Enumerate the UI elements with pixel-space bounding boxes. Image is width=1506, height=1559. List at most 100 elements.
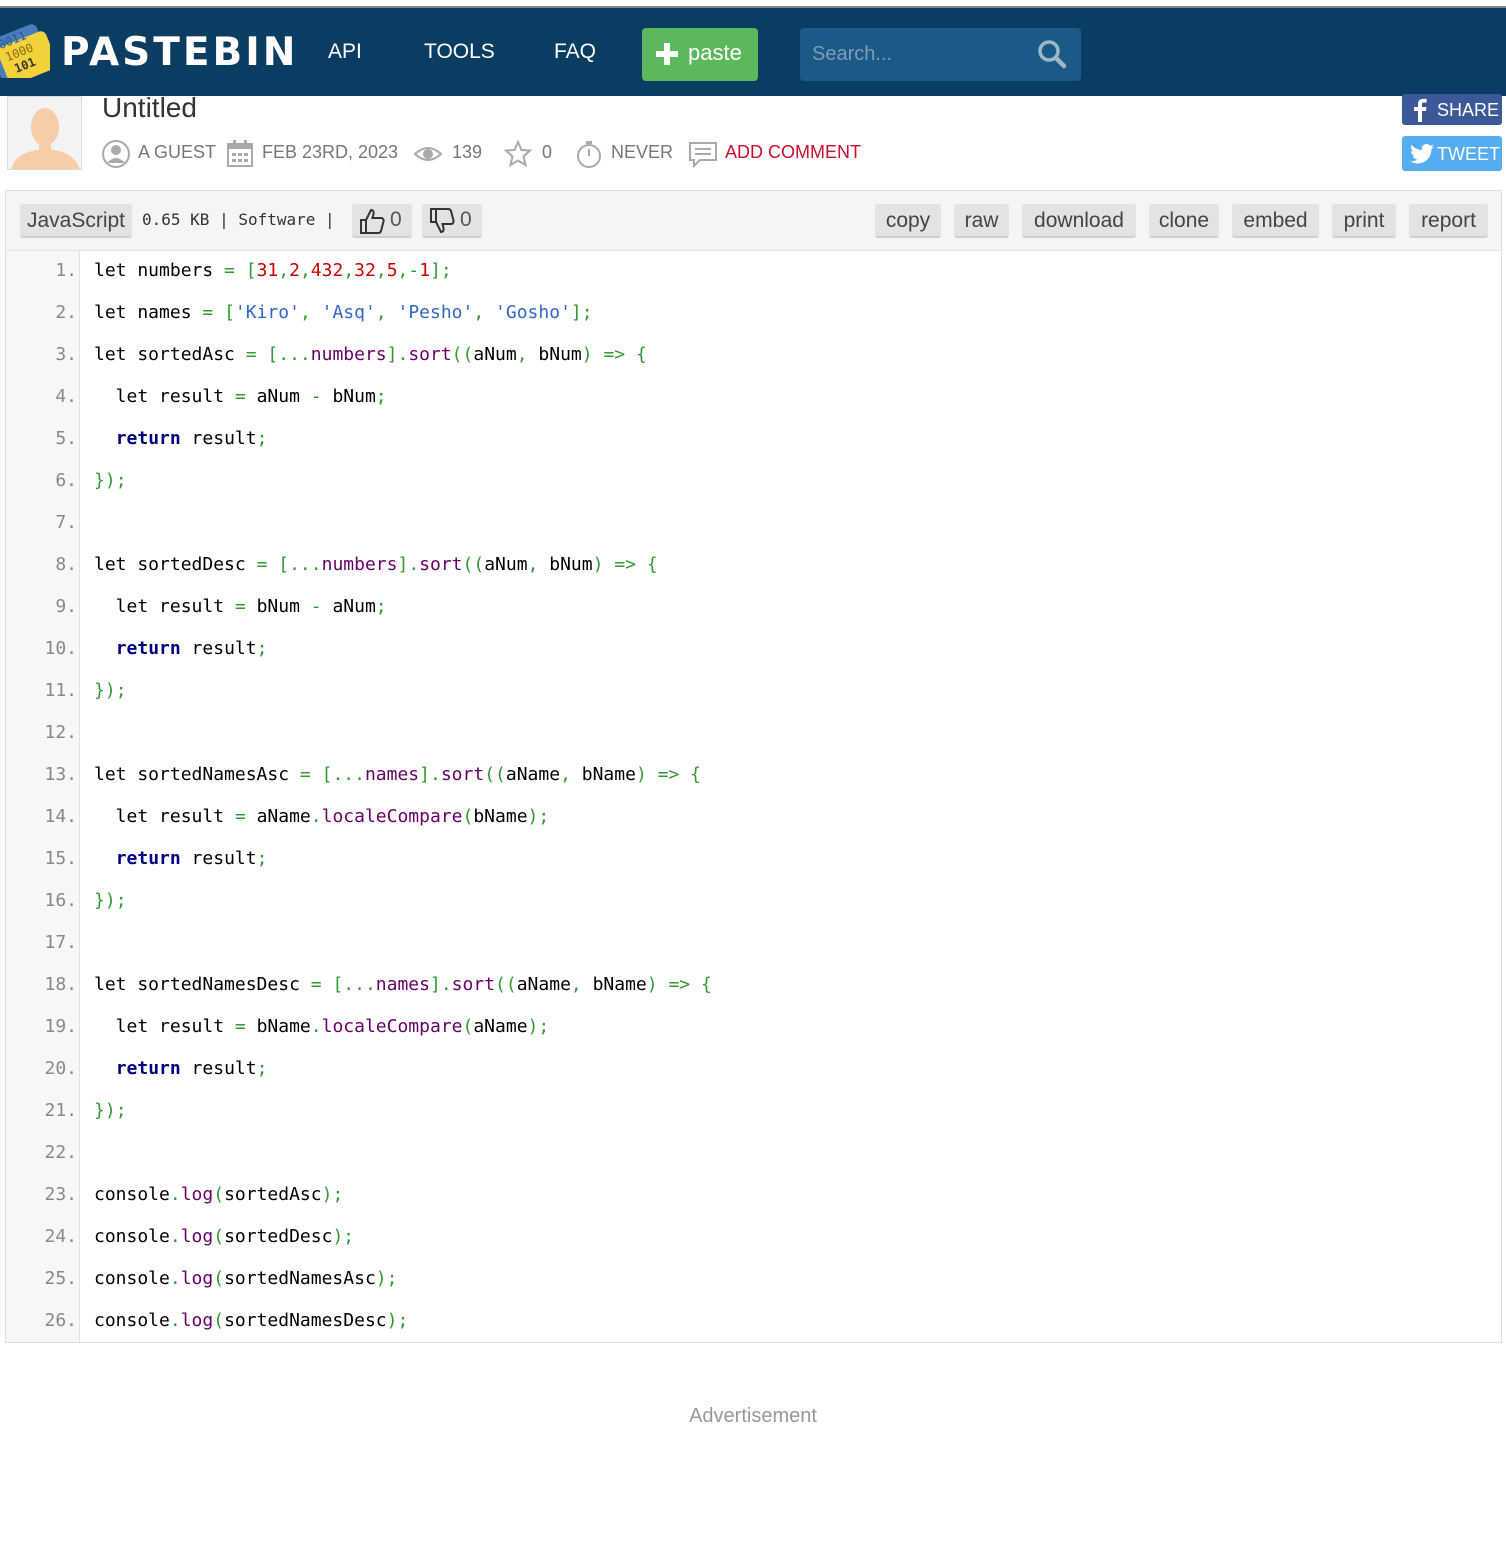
line-number: 3. <box>55 344 77 365</box>
pastebin-logo-text[interactable]: PASTEBIN <box>61 30 298 75</box>
code-line: 17. <box>6 923 1501 965</box>
line-number: 22. <box>44 1142 77 1163</box>
top-navigation-bar: 0011 1000 101 PASTEBIN API TOOLS FAQ pas… <box>0 6 1506 96</box>
twitter-icon <box>1410 144 1434 164</box>
plus-icon <box>656 43 678 65</box>
code-line-text: return result; <box>115 1058 268 1079</box>
line-number: 15. <box>44 848 77 869</box>
add-comment-link[interactable]: ADD COMMENT <box>725 142 861 163</box>
code-line-text: let result = aNum - bNum; <box>94 386 387 407</box>
line-number: 16. <box>44 890 77 911</box>
tweet-label: TWEET <box>1437 144 1500 164</box>
nav-api[interactable]: API <box>328 40 362 64</box>
code-line-text: let names = ['Kiro', 'Asq', 'Pesho', 'Go… <box>94 302 593 323</box>
code-line: 10. return result; <box>6 629 1501 671</box>
nav-faq[interactable]: FAQ <box>554 40 596 64</box>
new-paste-label: paste <box>688 40 742 65</box>
nav-tools[interactable]: TOOLS <box>424 40 495 64</box>
clone-button[interactable]: clone <box>1149 204 1219 238</box>
paste-date: FEB 23RD, 2023 <box>262 142 399 162</box>
star-count: 0 <box>542 142 553 162</box>
code-line: 8. let sortedDesc = [...numbers].sort((aN… <box>6 545 1501 587</box>
copy-button[interactable]: copy <box>875 204 941 238</box>
pastebin-logo-icon[interactable]: 0011 1000 101 <box>0 20 50 78</box>
search-input[interactable] <box>800 28 1030 81</box>
line-number: 25. <box>44 1268 77 1289</box>
author-avatar <box>7 96 82 170</box>
code-toolbar: JavaScript 0.65 KB | Software | 0 0 copy… <box>6 191 1501 251</box>
code-line: 14. let result = aName.localeCompare(bNa… <box>6 797 1501 839</box>
guest-avatar-icon <box>11 108 80 169</box>
line-number: 17. <box>44 932 77 953</box>
line-number: 4. <box>55 386 77 407</box>
calendar-icon <box>227 140 253 167</box>
line-number: 13. <box>44 764 77 785</box>
line-number: 23. <box>44 1184 77 1205</box>
line-number: 26. <box>44 1310 77 1331</box>
code-line: 21.}); <box>6 1091 1501 1133</box>
like-count: 0 <box>390 208 402 231</box>
code-line-text: let sortedAsc = [...numbers].sort((aNum,… <box>94 344 647 365</box>
size-and-category: 0.65 KB | Software | <box>142 210 335 229</box>
facebook-icon <box>1414 98 1427 122</box>
code-line-text: console.log(sortedAsc); <box>94 1184 344 1205</box>
view-count: 139 <box>452 142 483 162</box>
line-number: 20. <box>44 1058 77 1079</box>
like-button[interactable]: 0 <box>352 204 412 238</box>
code-line-text: let result = bNum - aNum; <box>94 596 387 617</box>
report-button[interactable]: report <box>1409 204 1488 238</box>
code-panel: JavaScript 0.65 KB | Software | 0 0 copy… <box>5 190 1502 1343</box>
paste-expiry: NEVER <box>611 142 674 162</box>
timer-icon <box>577 141 601 168</box>
code-line: 3. let sortedAsc = [...numbers].sort((aNu… <box>6 335 1501 377</box>
paste-author[interactable]: A GUEST <box>138 142 216 163</box>
line-number: 9. <box>55 596 77 617</box>
code-line: 5. return result; <box>6 419 1501 461</box>
code-line-text: console.log(sortedNamesDesc); <box>94 1310 409 1331</box>
code-line: 26. console.log(sortedNamesDesc); <box>6 1301 1501 1343</box>
code-line-text: let numbers = [31,2,432,32,5,-1]; <box>94 260 452 281</box>
code-line-text: console.log(sortedDesc); <box>94 1226 355 1247</box>
print-button[interactable]: print <box>1332 204 1396 238</box>
code-line: 16.}); <box>6 881 1501 923</box>
facebook-share-button[interactable]: SHARE <box>1402 94 1502 125</box>
code-line: 1. let numbers = [31,2,432,32,5,-1]; <box>6 251 1501 293</box>
line-number: 11. <box>44 680 77 701</box>
thumbs-up-icon <box>360 208 385 234</box>
dislike-button[interactable]: 0 <box>422 204 482 238</box>
code-line-text: let result = aName.localeCompare(bName); <box>94 806 550 827</box>
code-line: 4. let result = aNum - bNum; <box>6 377 1501 419</box>
code-line: 11.}); <box>6 671 1501 713</box>
share-label: SHARE <box>1437 100 1500 120</box>
user-icon <box>102 140 130 168</box>
line-number: 5. <box>55 428 77 449</box>
search-icon[interactable] <box>1037 39 1067 69</box>
code-line: 18. let sortedNamesDesc = [...names].sort… <box>6 965 1501 1007</box>
code-line: 12. <box>6 713 1501 755</box>
line-number: 21. <box>44 1100 77 1121</box>
twitter-tweet-button[interactable]: TWEET <box>1402 136 1502 171</box>
line-number: 18. <box>44 974 77 995</box>
code-line: 19. let result = bName.localeCompare(aNa… <box>6 1007 1501 1049</box>
embed-button[interactable]: embed <box>1232 204 1319 238</box>
code-line-text: console.log(sortedNamesAsc); <box>94 1268 398 1289</box>
line-number: 6. <box>55 470 77 491</box>
raw-button[interactable]: raw <box>954 204 1009 238</box>
code-line-text: }); <box>94 470 127 491</box>
new-paste-button[interactable]: paste <box>642 28 758 81</box>
language-badge[interactable]: JavaScript <box>20 204 132 238</box>
search-box <box>800 28 1081 81</box>
code-line-text: let sortedNamesAsc = [...names].sort((aN… <box>94 764 701 785</box>
eye-icon <box>413 147 443 161</box>
code-line-text: }); <box>94 890 127 911</box>
code-line-text: return result; <box>115 848 268 869</box>
line-number: 14. <box>44 806 77 827</box>
download-button[interactable]: download <box>1022 204 1136 238</box>
line-number: 10. <box>44 638 77 659</box>
code-line: 23. console.log(sortedAsc); <box>6 1175 1501 1217</box>
code-line-text: let sortedNamesDesc = [...names].sort((a… <box>94 974 712 995</box>
code-line-text: let result = bName.localeCompare(aName); <box>94 1016 550 1037</box>
code-line-text: }); <box>94 680 127 701</box>
code-line: 2. let names = ['Kiro', 'Asq', 'Pesho', '… <box>6 293 1501 335</box>
code-line: 22. <box>6 1133 1501 1175</box>
